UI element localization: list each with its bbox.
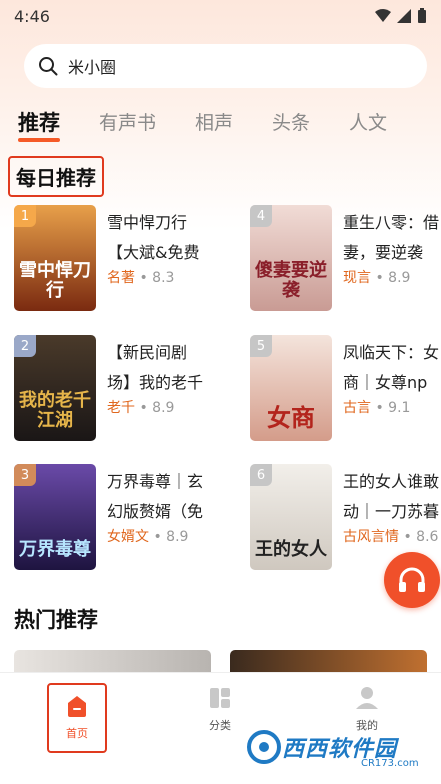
book-card[interactable]: 4 傻妻要逆袭 重生八零：借 妻，要逆袭 现言 • 8.9	[250, 205, 441, 313]
book-tag: 古言	[343, 400, 371, 416]
book-tag: 古风言情	[343, 529, 399, 545]
nav-category[interactable]: 分类	[190, 685, 250, 733]
status-time: 4:46	[14, 6, 50, 26]
book-meta: 老千 • 8.9	[107, 400, 175, 416]
watermark-url: CR173.com	[361, 758, 419, 769]
user-icon	[356, 687, 378, 709]
rank-badge: 3	[14, 464, 36, 486]
book-cover[interactable]: 6 王的女人	[250, 464, 332, 570]
cover-title: 万界毒尊	[19, 539, 91, 561]
cover-title: 王的女人	[255, 539, 327, 561]
status-bar: 4:46	[0, 0, 441, 32]
cover-title: 女商	[267, 403, 315, 432]
book-card[interactable]: 1 雪中悍刀行 雪中悍刀行 【大斌&免费 名著 • 8.3	[14, 205, 234, 313]
book-cover[interactable]: 1 雪中悍刀行	[14, 205, 96, 311]
book-tag: 女婿文	[107, 529, 149, 545]
status-icons	[375, 8, 427, 24]
rank-badge: 6	[250, 464, 272, 486]
nav-label: 首页	[66, 727, 88, 740]
headphones-icon	[399, 567, 425, 592]
audio-player-button[interactable]	[384, 552, 440, 608]
book-score: 8.3	[152, 270, 175, 286]
book-cover[interactable]: 5 女商	[250, 335, 332, 441]
nav-label: 分类	[209, 719, 231, 732]
book-score: 8.9	[388, 270, 411, 286]
book-score: 9.1	[388, 400, 411, 416]
rank-badge: 2	[14, 335, 36, 357]
nav-home[interactable]: 首页	[47, 683, 107, 753]
book-title: 万界毒尊｜玄 幻版赘婿（免	[107, 472, 204, 521]
tab-headlines[interactable]: 头条	[272, 108, 310, 138]
book-cover[interactable]: 3 万界毒尊	[14, 464, 96, 570]
watermark: 西西软件园 CR173.com	[246, 722, 441, 772]
section-title-daily: 每日推荐	[8, 156, 104, 197]
book-score: 8.6	[416, 529, 439, 545]
book-title: 凤临天下：女 商｜女尊np	[343, 343, 440, 392]
cover-title: 雪中悍刀行	[19, 260, 91, 302]
book-card[interactable]: 5 女商 凤临天下：女 商｜女尊np 古言 • 9.1	[250, 335, 441, 443]
rank-badge: 1	[14, 205, 36, 227]
book-meta: 女婿文 • 8.9	[107, 529, 189, 545]
book-title: 重生八零：借 妻，要逆袭	[343, 213, 440, 262]
book-title: 【新民间剧 场】我的老千	[107, 343, 204, 392]
book-meta: 古言 • 9.1	[343, 400, 411, 416]
tab-recommend[interactable]: 推荐	[18, 108, 60, 142]
rank-badge: 4	[250, 205, 272, 227]
search-input[interactable]: 米小圈	[68, 54, 116, 78]
book-tag: 名著	[107, 270, 135, 286]
book-meta: 现言 • 8.9	[343, 270, 411, 286]
search-icon	[39, 57, 58, 76]
category-tabs: 推荐 有声书 相声 头条 人文	[18, 104, 426, 142]
book-card[interactable]: 2 我的老千江湖 【新民间剧 场】我的老千 老千 • 8.9	[14, 335, 234, 443]
book-cover[interactable]: 2 我的老千江湖	[14, 335, 96, 441]
daily-recommend-grid: 1 雪中悍刀行 雪中悍刀行 【大斌&免费 名著 • 8.3 4 傻妻要逆袭 重生…	[14, 205, 441, 585]
rank-badge: 5	[250, 335, 272, 357]
cover-title: 我的老千江湖	[19, 390, 91, 432]
watermark-logo-icon	[247, 730, 281, 764]
signal-icon	[397, 9, 411, 23]
book-card[interactable]: 3 万界毒尊 万界毒尊｜玄 幻版赘婿（免 女婿文 • 8.9	[14, 464, 234, 572]
book-score: 8.9	[152, 400, 175, 416]
search-bar[interactable]: 米小圈	[24, 44, 427, 88]
book-meta: 名著 • 8.3	[107, 270, 175, 286]
book-tag: 老千	[107, 400, 135, 416]
book-title: 王的女人谁敢 动｜一刀苏暮	[343, 472, 440, 521]
grid-icon	[210, 688, 230, 708]
section-title-hot: 热门推荐	[14, 608, 98, 632]
wifi-icon	[375, 9, 391, 22]
book-tag: 现言	[343, 270, 371, 286]
cover-title: 傻妻要逆袭	[255, 260, 327, 302]
tab-humanities[interactable]: 人文	[349, 108, 387, 138]
tab-audiobook[interactable]: 有声书	[99, 108, 156, 138]
home-icon	[68, 696, 86, 717]
book-score: 8.9	[166, 529, 189, 545]
book-title: 雪中悍刀行 【大斌&免费	[107, 213, 200, 262]
book-cover[interactable]: 4 傻妻要逆袭	[250, 205, 332, 311]
book-meta: 古风言情 • 8.6	[343, 529, 439, 545]
battery-icon	[418, 8, 426, 23]
tab-crosstalk[interactable]: 相声	[195, 108, 233, 138]
